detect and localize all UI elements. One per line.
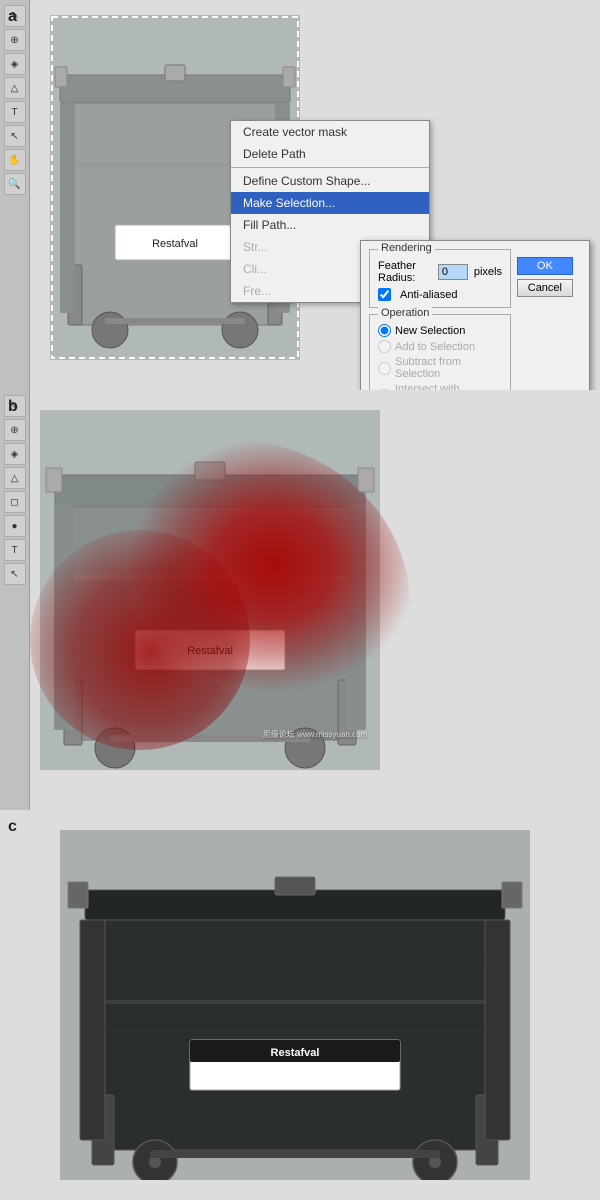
- ok-button[interactable]: OK: [517, 257, 573, 275]
- tool-b-shape[interactable]: ◈: [4, 443, 26, 465]
- section-a: a ✎ ⊕ ◈ △ T ↖ ✋ 🔍 Restafval: [0, 0, 600, 390]
- section-c-label: c: [8, 818, 17, 836]
- toolbar-b: ✎ ⊕ ◈ △ ◻ ● T ↖: [0, 390, 30, 810]
- menu-make-selection[interactable]: Make Selection...: [231, 192, 429, 214]
- tool-zoom[interactable]: 🔍: [4, 173, 26, 195]
- section-c: c Restafval: [0, 810, 600, 1200]
- dialog-buttons: OK Cancel: [517, 257, 573, 297]
- radio-new-selection: New Selection: [378, 324, 502, 337]
- canvas-a: Restafval Create vector mask Delete Path: [30, 0, 600, 390]
- tool-b-fill[interactable]: △: [4, 467, 26, 489]
- tool-select[interactable]: ⊕: [4, 29, 26, 51]
- anti-aliased-row: Anti-aliased: [378, 288, 502, 301]
- radio-subtract-selection-input[interactable]: [378, 362, 391, 375]
- tool-arrow[interactable]: ↖: [4, 125, 26, 147]
- radio-intersect-selection: Intersect with Selection: [378, 383, 502, 390]
- feather-label: Feather Radius:: [378, 260, 432, 284]
- rendering-section: Rendering Feather Radius: pixels Anti-al…: [369, 249, 511, 308]
- radio-intersect-selection-label: Intersect with Selection: [395, 383, 502, 390]
- tool-shape[interactable]: ◈: [4, 53, 26, 75]
- section-a-label: a: [8, 8, 17, 26]
- dumpster-image-c: Restafval: [60, 830, 530, 1180]
- radio-new-selection-label: New Selection: [395, 325, 465, 337]
- section-b: b ✎ ⊕ ◈ △ ◻ ● T ↖ Restafval: [0, 390, 600, 810]
- anti-aliased-checkbox[interactable]: [378, 288, 391, 301]
- rendering-title: Rendering: [378, 242, 435, 254]
- feather-input[interactable]: [438, 264, 468, 280]
- radio-new-selection-input[interactable]: [378, 324, 391, 337]
- radio-subtract-selection: Subtract from Selection: [378, 356, 502, 380]
- cancel-button[interactable]: Cancel: [517, 279, 573, 297]
- canvas-c: Restafval: [0, 810, 600, 1200]
- svg-text:Restafval: Restafval: [152, 238, 198, 250]
- tool-b-text[interactable]: T: [4, 539, 26, 561]
- radio-intersect-selection-input[interactable]: [378, 389, 391, 391]
- menu-delete-path[interactable]: Delete Path: [231, 143, 429, 165]
- operation-title: Operation: [378, 307, 432, 319]
- tool-b-select[interactable]: ⊕: [4, 419, 26, 441]
- tool-b-arrow[interactable]: ↖: [4, 563, 26, 585]
- tool-hand[interactable]: ✋: [4, 149, 26, 171]
- make-selection-dialog: OK Cancel Rendering Feather Radius: pixe…: [360, 240, 590, 390]
- toolbar-a: ✎ ⊕ ◈ △ T ↖ ✋ 🔍: [0, 0, 30, 390]
- menu-create-vector-mask[interactable]: Create vector mask: [231, 121, 429, 143]
- radio-add-selection-label: Add to Selection: [395, 341, 475, 353]
- watermark: 思缘论坛 www.missyuan.com: [263, 729, 367, 740]
- feather-row: Feather Radius: pixels: [378, 260, 502, 284]
- svg-text:Restafval: Restafval: [187, 645, 233, 657]
- tool-text[interactable]: T: [4, 101, 26, 123]
- menu-define-custom-shape[interactable]: Define Custom Shape...: [231, 170, 429, 192]
- canvas-b: Restafval 思缘论坛 www.missyuan.com: [30, 390, 600, 810]
- dumpster-image-b: Restafval: [40, 410, 380, 770]
- tool-b-blur[interactable]: ●: [4, 515, 26, 537]
- radio-add-selection-input[interactable]: [378, 340, 391, 353]
- section-b-label: b: [8, 398, 18, 416]
- tool-b-eraser[interactable]: ◻: [4, 491, 26, 513]
- tool-triangle[interactable]: △: [4, 77, 26, 99]
- menu-fill-path[interactable]: Fill Path...: [231, 214, 429, 236]
- menu-separator-1: [231, 167, 429, 168]
- radio-subtract-selection-label: Subtract from Selection: [395, 356, 502, 380]
- svg-text:Restafval: Restafval: [271, 1047, 320, 1059]
- operation-section: Operation New Selection Add to Selection…: [369, 314, 511, 390]
- radio-add-selection: Add to Selection: [378, 340, 502, 353]
- feather-unit: pixels: [474, 266, 502, 278]
- anti-aliased-label: Anti-aliased: [400, 289, 457, 301]
